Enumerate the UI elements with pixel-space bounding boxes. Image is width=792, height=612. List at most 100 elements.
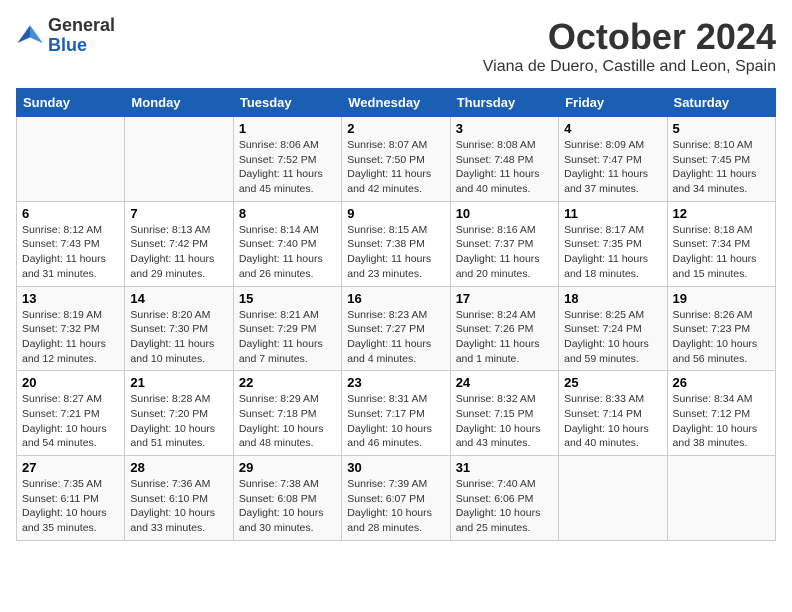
- calendar-cell: 13 Sunrise: 8:19 AM Sunset: 7:32 PM Dayli…: [17, 286, 125, 371]
- day-number: 21: [130, 375, 227, 390]
- day-number: 13: [22, 291, 119, 306]
- day-number: 1: [239, 121, 336, 136]
- day-info: Sunrise: 8:21 AM Sunset: 7:29 PM Dayligh…: [239, 308, 336, 367]
- day-info: Sunrise: 8:32 AM Sunset: 7:15 PM Dayligh…: [456, 392, 553, 451]
- day-header-sunday: Sunday: [17, 89, 125, 117]
- day-number: 16: [347, 291, 444, 306]
- day-number: 23: [347, 375, 444, 390]
- day-info: Sunrise: 8:29 AM Sunset: 7:18 PM Dayligh…: [239, 392, 336, 451]
- day-number: 25: [564, 375, 661, 390]
- day-info: Sunrise: 8:08 AM Sunset: 7:48 PM Dayligh…: [456, 138, 553, 197]
- page-header: General Blue October 2024 Viana de Duero…: [16, 16, 776, 76]
- calendar-cell: 7 Sunrise: 8:13 AM Sunset: 7:42 PM Daylig…: [125, 201, 233, 286]
- day-header-wednesday: Wednesday: [342, 89, 450, 117]
- calendar-week-row: 1 Sunrise: 8:06 AM Sunset: 7:52 PM Daylig…: [17, 117, 776, 202]
- day-number: 24: [456, 375, 553, 390]
- day-number: 20: [22, 375, 119, 390]
- day-info: Sunrise: 8:28 AM Sunset: 7:20 PM Dayligh…: [130, 392, 227, 451]
- calendar-body: 1 Sunrise: 8:06 AM Sunset: 7:52 PM Daylig…: [17, 117, 776, 541]
- day-header-saturday: Saturday: [667, 89, 775, 117]
- day-info: Sunrise: 8:27 AM Sunset: 7:21 PM Dayligh…: [22, 392, 119, 451]
- day-number: 4: [564, 121, 661, 136]
- day-number: 14: [130, 291, 227, 306]
- day-number: 19: [673, 291, 770, 306]
- location-subtitle: Viana de Duero, Castille and Leon, Spain: [483, 58, 776, 76]
- calendar-table: SundayMondayTuesdayWednesdayThursdayFrid…: [16, 88, 776, 541]
- day-number: 2: [347, 121, 444, 136]
- calendar-cell: [559, 456, 667, 541]
- day-header-monday: Monday: [125, 89, 233, 117]
- day-info: Sunrise: 8:26 AM Sunset: 7:23 PM Dayligh…: [673, 308, 770, 367]
- calendar-cell: 23 Sunrise: 8:31 AM Sunset: 7:17 PM Dayli…: [342, 371, 450, 456]
- day-info: Sunrise: 8:12 AM Sunset: 7:43 PM Dayligh…: [22, 223, 119, 282]
- day-info: Sunrise: 8:10 AM Sunset: 7:45 PM Dayligh…: [673, 138, 770, 197]
- month-title: October 2024: [483, 16, 776, 58]
- calendar-cell: 9 Sunrise: 8:15 AM Sunset: 7:38 PM Daylig…: [342, 201, 450, 286]
- calendar-cell: 28 Sunrise: 7:36 AM Sunset: 6:10 PM Dayli…: [125, 456, 233, 541]
- day-info: Sunrise: 8:19 AM Sunset: 7:32 PM Dayligh…: [22, 308, 119, 367]
- calendar-cell: 14 Sunrise: 8:20 AM Sunset: 7:30 PM Dayli…: [125, 286, 233, 371]
- day-info: Sunrise: 8:06 AM Sunset: 7:52 PM Dayligh…: [239, 138, 336, 197]
- calendar-cell: [125, 117, 233, 202]
- calendar-cell: 18 Sunrise: 8:25 AM Sunset: 7:24 PM Dayli…: [559, 286, 667, 371]
- calendar-cell: 1 Sunrise: 8:06 AM Sunset: 7:52 PM Daylig…: [233, 117, 341, 202]
- day-number: 28: [130, 460, 227, 475]
- day-number: 18: [564, 291, 661, 306]
- calendar-cell: [667, 456, 775, 541]
- calendar-cell: 8Sunrise: 8:14 AM Sunset: 7:40 PM Daylig…: [233, 201, 341, 286]
- day-number: 15: [239, 291, 336, 306]
- day-info: Sunrise: 7:35 AM Sunset: 6:11 PM Dayligh…: [22, 477, 119, 536]
- day-info: Sunrise: 8:23 AM Sunset: 7:27 PM Dayligh…: [347, 308, 444, 367]
- day-header-friday: Friday: [559, 89, 667, 117]
- day-number: 30: [347, 460, 444, 475]
- day-number: 11: [564, 206, 661, 221]
- calendar-cell: 12Sunrise: 8:18 AM Sunset: 7:34 PM Dayli…: [667, 201, 775, 286]
- calendar-week-row: 20 Sunrise: 8:27 AM Sunset: 7:21 PM Dayli…: [17, 371, 776, 456]
- calendar-cell: 21 Sunrise: 8:28 AM Sunset: 7:20 PM Dayli…: [125, 371, 233, 456]
- logo-icon: [16, 22, 44, 50]
- day-number: 3: [456, 121, 553, 136]
- day-number: 12: [673, 206, 770, 221]
- logo-text: General Blue: [48, 16, 115, 56]
- calendar-cell: 19 Sunrise: 8:26 AM Sunset: 7:23 PM Dayli…: [667, 286, 775, 371]
- day-number: 6: [22, 206, 119, 221]
- calendar-cell: 22 Sunrise: 8:29 AM Sunset: 7:18 PM Dayli…: [233, 371, 341, 456]
- day-info: Sunrise: 8:14 AM Sunset: 7:40 PM Dayligh…: [239, 223, 336, 282]
- day-number: 31: [456, 460, 553, 475]
- title-area: October 2024 Viana de Duero, Castille an…: [483, 16, 776, 76]
- day-info: Sunrise: 8:15 AM Sunset: 7:38 PM Dayligh…: [347, 223, 444, 282]
- day-number: 17: [456, 291, 553, 306]
- day-number: 29: [239, 460, 336, 475]
- day-number: 22: [239, 375, 336, 390]
- day-number: 10: [456, 206, 553, 221]
- day-info: Sunrise: 8:13 AM Sunset: 7:42 PM Dayligh…: [130, 223, 227, 282]
- day-info: Sunrise: 7:39 AM Sunset: 6:07 PM Dayligh…: [347, 477, 444, 536]
- day-info: Sunrise: 7:40 AM Sunset: 6:06 PM Dayligh…: [456, 477, 553, 536]
- day-info: Sunrise: 8:07 AM Sunset: 7:50 PM Dayligh…: [347, 138, 444, 197]
- day-header-thursday: Thursday: [450, 89, 558, 117]
- calendar-cell: 31 Sunrise: 7:40 AM Sunset: 6:06 PM Dayli…: [450, 456, 558, 541]
- calendar-week-row: 6 Sunrise: 8:12 AM Sunset: 7:43 PM Daylig…: [17, 201, 776, 286]
- calendar-cell: 16 Sunrise: 8:23 AM Sunset: 7:27 PM Dayli…: [342, 286, 450, 371]
- day-header-tuesday: Tuesday: [233, 89, 341, 117]
- day-info: Sunrise: 8:25 AM Sunset: 7:24 PM Dayligh…: [564, 308, 661, 367]
- day-info: Sunrise: 8:31 AM Sunset: 7:17 PM Dayligh…: [347, 392, 444, 451]
- calendar-cell: 5Sunrise: 8:10 AM Sunset: 7:45 PM Daylig…: [667, 117, 775, 202]
- day-number: 9: [347, 206, 444, 221]
- calendar-cell: 24 Sunrise: 8:32 AM Sunset: 7:15 PM Dayli…: [450, 371, 558, 456]
- calendar-cell: 29Sunrise: 7:38 AM Sunset: 6:08 PM Dayli…: [233, 456, 341, 541]
- calendar-week-row: 27 Sunrise: 7:35 AM Sunset: 6:11 PM Dayli…: [17, 456, 776, 541]
- day-number: 26: [673, 375, 770, 390]
- logo: General Blue: [16, 16, 115, 56]
- calendar-cell: 20 Sunrise: 8:27 AM Sunset: 7:21 PM Dayli…: [17, 371, 125, 456]
- day-info: Sunrise: 8:33 AM Sunset: 7:14 PM Dayligh…: [564, 392, 661, 451]
- day-info: Sunrise: 8:34 AM Sunset: 7:12 PM Dayligh…: [673, 392, 770, 451]
- day-number: 7: [130, 206, 227, 221]
- day-info: Sunrise: 8:20 AM Sunset: 7:30 PM Dayligh…: [130, 308, 227, 367]
- day-info: Sunrise: 7:36 AM Sunset: 6:10 PM Dayligh…: [130, 477, 227, 536]
- calendar-cell: 17Sunrise: 8:24 AM Sunset: 7:26 PM Dayli…: [450, 286, 558, 371]
- day-number: 27: [22, 460, 119, 475]
- calendar-cell: 4Sunrise: 8:09 AM Sunset: 7:47 PM Daylig…: [559, 117, 667, 202]
- calendar-cell: 10 Sunrise: 8:16 AM Sunset: 7:37 PM Dayli…: [450, 201, 558, 286]
- day-info: Sunrise: 8:16 AM Sunset: 7:37 PM Dayligh…: [456, 223, 553, 282]
